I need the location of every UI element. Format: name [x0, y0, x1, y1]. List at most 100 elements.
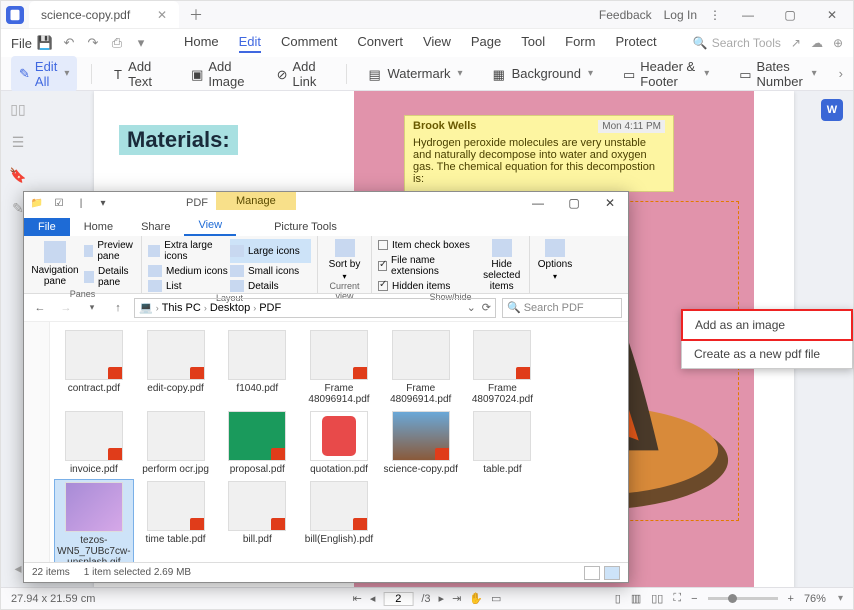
nav-forward-icon[interactable]: →	[56, 302, 76, 314]
search-tools[interactable]: 🔍 Search Tools	[693, 36, 781, 50]
share-icon[interactable]: ↗	[791, 36, 801, 50]
nav-back-icon[interactable]: ←	[30, 302, 50, 314]
item-checkboxes-toggle[interactable]: Item check boxes	[378, 239, 474, 252]
file-item[interactable]: perform ocr.jpg	[136, 409, 216, 477]
hide-selected-button[interactable]: Hide selected items	[480, 239, 523, 292]
path-dropdown-icon[interactable]: ⌄	[467, 301, 476, 314]
ribbon-tab-home[interactable]: Home	[70, 218, 127, 236]
view-medium-icons[interactable]: Medium icons	[148, 264, 229, 278]
menu-page[interactable]: Page	[471, 34, 501, 53]
tab-close-icon[interactable]: ✕	[157, 8, 167, 22]
bookmarks-icon[interactable]: ☰	[12, 134, 25, 151]
menu-view[interactable]: View	[423, 34, 451, 53]
file-grid[interactable]: contract.pdfedit-copy.pdff1040.pdfFrame …	[50, 322, 628, 562]
nav-pane-button[interactable]: Navigation pane	[30, 239, 80, 289]
thumbnails-icon[interactable]: ▯▯	[10, 101, 25, 118]
view-large-icons[interactable]: Large icons	[230, 239, 311, 263]
explorer-close[interactable]: ✕	[592, 192, 628, 214]
background-button[interactable]: ▦Background▾	[485, 63, 601, 84]
save-icon[interactable]: 💾	[36, 35, 54, 51]
file-item[interactable]: invoice.pdf	[54, 409, 134, 477]
nav-recent-icon[interactable]: ▾	[82, 302, 102, 313]
menu-convert[interactable]: Convert	[357, 34, 403, 53]
fit-icon[interactable]: ⛶	[673, 592, 681, 605]
qa-more-icon[interactable]: ▾	[132, 35, 150, 51]
explorer-qa-more[interactable]: ▾	[94, 194, 112, 212]
add-link-button[interactable]: ⊘Add Link	[269, 56, 332, 92]
file-item[interactable]: tezos-WN5_7UBc7cw-unsplash.gif	[54, 479, 134, 562]
nav-up-icon[interactable]: ↑	[108, 302, 128, 314]
maximize-button[interactable]: ▢	[775, 4, 805, 26]
view-mode-single-icon[interactable]: ▯	[615, 592, 621, 605]
prev-page-icon[interactable]: ◂	[370, 592, 376, 605]
zoom-out-icon[interactable]: −	[691, 593, 697, 605]
file-item[interactable]: Frame 48096914.pdf	[381, 328, 461, 407]
file-item[interactable]: contract.pdf	[54, 328, 134, 407]
header-footer-button[interactable]: ▭Header & Footer▾	[615, 56, 717, 92]
last-page-icon[interactable]: ⇥	[452, 592, 461, 605]
undo-icon[interactable]: ↶	[60, 35, 78, 51]
file-item[interactable]: Frame 48097024.pdf	[463, 328, 543, 407]
more-icon[interactable]: ⋮	[709, 8, 721, 22]
hidden-items-toggle[interactable]: Hidden items	[378, 280, 474, 293]
word-export-badge[interactable]: W	[821, 99, 843, 121]
menu-tool[interactable]: Tool	[521, 34, 545, 53]
select-tool-icon[interactable]: ▭	[491, 592, 501, 605]
login-link[interactable]: Log In	[664, 8, 697, 22]
zoom-dropdown-icon[interactable]: ▾	[838, 593, 843, 604]
ribbon-tab-picture-tools[interactable]: Picture Tools	[260, 218, 351, 236]
next-page-icon[interactable]: ▸	[439, 592, 445, 605]
explorer-search[interactable]: 🔍Search PDF	[502, 298, 622, 318]
help-icon[interactable]: ⊕	[833, 36, 843, 50]
feedback-link[interactable]: Feedback	[599, 8, 652, 22]
file-item[interactable]: bill.pdf	[217, 479, 297, 562]
minimize-button[interactable]: —	[733, 4, 763, 26]
preview-pane-button[interactable]: Preview pane	[84, 239, 138, 263]
first-page-icon[interactable]: ⇤	[353, 592, 362, 605]
refresh-icon[interactable]: ⟳	[482, 301, 491, 314]
file-item[interactable]: f1040.pdf	[217, 328, 297, 407]
watermark-button[interactable]: ▤Watermark▾	[360, 63, 470, 84]
ribbon-tab-file[interactable]: File	[24, 218, 70, 236]
file-item[interactable]: science-copy.pdf	[381, 409, 461, 477]
file-item[interactable]: table.pdf	[463, 409, 543, 477]
breadcrumb-path[interactable]: 💻› This PC› Desktop› PDF ⌄⟳	[134, 298, 496, 318]
new-tab-button[interactable]: ＋	[179, 5, 213, 25]
explorer-maximize[interactable]: ▢	[556, 192, 592, 214]
view-list[interactable]: List	[148, 279, 229, 293]
file-item[interactable]: Frame 48096914.pdf	[299, 328, 379, 407]
edit-all-button[interactable]: ✎ Edit All▾	[11, 56, 77, 92]
view-details-mode-icon[interactable]	[584, 566, 600, 580]
file-menu[interactable]: File	[11, 36, 32, 51]
view-small-icons[interactable]: Small icons	[230, 264, 311, 278]
file-item[interactable]: quotation.pdf	[299, 409, 379, 477]
view-xl-icons[interactable]: Extra large icons	[148, 239, 229, 263]
bates-number-button[interactable]: ▭Bates Number▾	[731, 56, 824, 92]
view-mode-two-icon[interactable]: ▯▯	[651, 592, 663, 605]
menu-protect[interactable]: Protect	[615, 34, 656, 53]
close-button[interactable]: ✕	[817, 4, 847, 26]
redo-icon[interactable]: ↷	[84, 35, 102, 51]
ribbon-tab-share[interactable]: Share	[127, 218, 184, 236]
sort-by-button[interactable]: Sort by▾	[324, 239, 365, 281]
explorer-minimize[interactable]: —	[520, 192, 556, 214]
file-ext-toggle[interactable]: File name extensions	[378, 254, 474, 278]
page-input[interactable]	[383, 592, 413, 606]
details-pane-button[interactable]: Details pane	[84, 265, 138, 289]
add-image-button[interactable]: ▣Add Image	[183, 56, 255, 92]
explorer-check-icon[interactable]: ☑	[50, 194, 68, 212]
menu-edit[interactable]: Edit	[239, 34, 261, 53]
cloud-icon[interactable]: ☁	[811, 36, 823, 50]
ctx-create-new-pdf[interactable]: Create as a new pdf file	[682, 340, 852, 368]
ribbon-tab-view[interactable]: View	[184, 216, 236, 236]
hand-tool-icon[interactable]: ✋	[469, 592, 483, 605]
collapse-icon[interactable]: ◂	[14, 560, 21, 577]
attachments-icon[interactable]: 🔖	[9, 167, 26, 184]
add-text-button[interactable]: TAdd Text	[106, 56, 169, 92]
view-mode-continuous-icon[interactable]: ▥	[631, 592, 641, 605]
file-item[interactable]: bill(English).pdf	[299, 479, 379, 562]
file-item[interactable]: edit-copy.pdf	[136, 328, 216, 407]
comment-note[interactable]: Brook Wells Mon 4:11 PM Hydrogen peroxid…	[404, 115, 674, 192]
menu-form[interactable]: Form	[565, 34, 595, 53]
view-details[interactable]: Details	[230, 279, 311, 293]
